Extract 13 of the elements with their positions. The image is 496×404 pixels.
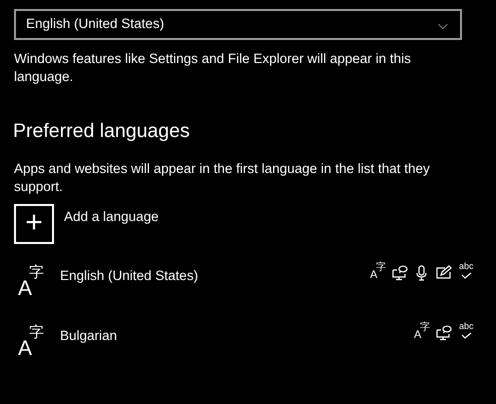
pen-box-icon [436, 265, 452, 281]
add-icon[interactable]: + [14, 204, 54, 244]
description-text: Apps and websites will appear in the first language in the list that they support. [14, 160, 431, 196]
section-heading: Preferred languages [13, 119, 191, 144]
language-icon: A 字 [14, 325, 60, 361]
monitor-speech-icon [392, 265, 408, 281]
language-dropdown[interactable]: English (United States) ⌵ [14, 9, 462, 40]
language-icon: A 字 [14, 265, 60, 301]
language-name[interactable]: Bulgarian [60, 326, 118, 346]
language-name[interactable]: English (United States) [60, 266, 198, 286]
description-text: Windows features like Settings and File Explorer will appear in this language. [14, 50, 412, 86]
add-language-button[interactable]: Add a language [64, 207, 159, 228]
monitor-speech-icon [436, 325, 452, 341]
